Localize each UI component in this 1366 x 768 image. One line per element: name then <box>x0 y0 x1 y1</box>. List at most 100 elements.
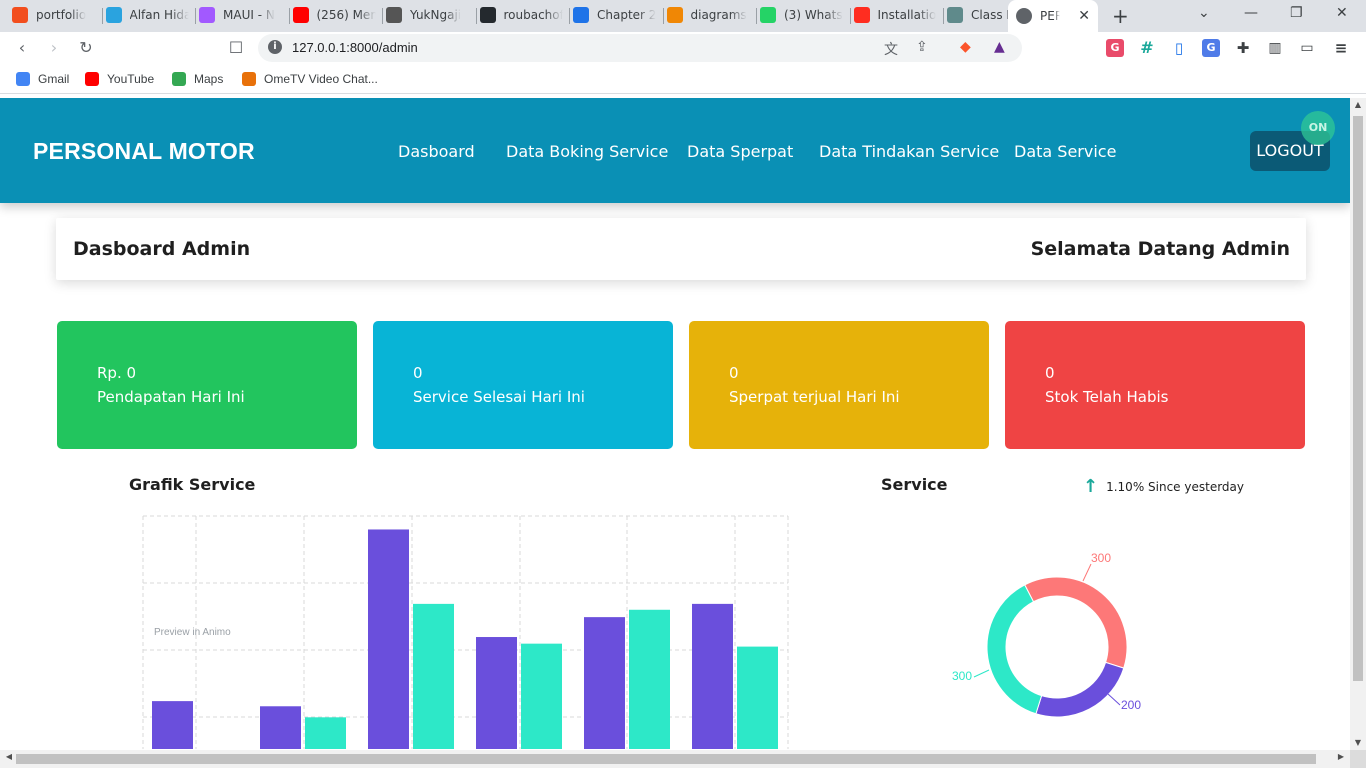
nav-link-data-sperpat[interactable]: Data Sperpat <box>687 142 793 161</box>
bookmark-item[interactable]: Gmail <box>16 72 69 86</box>
welcome-text: Selamata Datang Admin <box>1030 238 1290 260</box>
telegram-icon <box>105 7 122 23</box>
bar-chart-marks <box>152 529 778 749</box>
tab-title: Alfan Hida <box>129 8 190 22</box>
tab[interactable]: YukNgaji <box>386 2 470 28</box>
stat-card-pendapatan: Rp. 0 Pendapatan Hari Ini <box>57 321 357 449</box>
youtube-icon <box>85 72 99 86</box>
back-button[interactable]: ‹ <box>12 38 32 58</box>
tab[interactable]: Alfan Hida <box>105 2 190 28</box>
translate-ext-icon[interactable]: G <box>1202 39 1220 57</box>
on-status-badge[interactable]: ON <box>1301 111 1335 145</box>
tab-separator <box>288 8 290 24</box>
nav-link-data-service[interactable]: Data Service <box>1014 142 1116 161</box>
reload-button[interactable]: ↻ <box>76 38 96 58</box>
scroll-left-icon[interactable]: ◀ <box>2 752 16 761</box>
translate-icon[interactable]: 文 <box>884 39 898 59</box>
horizontal-scrollbar[interactable]: ◀ ▶ <box>0 750 1350 768</box>
bookmark-item[interactable]: OmeTV Video Chat... <box>242 72 378 86</box>
tab[interactable]: diagrams <box>666 2 751 28</box>
stat-value: Rp. 0 <box>97 364 137 382</box>
globe-icon <box>1016 8 1032 24</box>
tab-separator <box>849 8 851 24</box>
hashtag-icon[interactable]: # <box>1138 39 1156 57</box>
stat-value: 0 <box>413 364 423 382</box>
tab[interactable]: (256) Mem <box>292 2 376 28</box>
scrollbar-corner <box>1350 750 1366 768</box>
tab[interactable]: MAUI - N <box>199 2 283 28</box>
dashboard-header-card: Dasboard Admin Selamata Datang Admin <box>56 218 1306 280</box>
tab-title: diagrams <box>690 8 747 22</box>
forward-button[interactable]: › <box>44 38 64 58</box>
nav-link-data-tindakan-service[interactable]: Data Tindakan Service <box>819 142 999 161</box>
horizontal-scroll-thumb[interactable] <box>16 754 1316 764</box>
stat-value: 0 <box>729 364 739 382</box>
tab-separator <box>569 8 570 24</box>
donut-chart-marks: 300 200 300 <box>952 551 1141 718</box>
stat-card-stok-habis: 0 Stok Telah Habis <box>1005 321 1305 449</box>
youtube-icon <box>292 7 309 23</box>
restore-button[interactable]: ❐ <box>1290 5 1303 21</box>
new-tab-button[interactable]: + <box>1112 4 1129 28</box>
service-donut-chart: 300 200 300 <box>952 551 1141 718</box>
nav-link-dasboard[interactable]: Dasboard <box>398 142 475 161</box>
tab[interactable]: roubachof <box>479 2 564 28</box>
bookmark-item[interactable]: YouTube <box>85 72 154 86</box>
bar-series-2 <box>305 717 346 749</box>
brave-shield-icon[interactable]: ◆ <box>960 39 971 55</box>
vertical-scroll-thumb[interactable] <box>1353 116 1363 681</box>
bookmark-label: OmeTV Video Chat... <box>264 72 378 86</box>
minimize-button[interactable]: — <box>1244 5 1258 21</box>
grammarly-icon[interactable]: G <box>1106 39 1124 57</box>
tab[interactable]: portfolio <box>12 2 96 28</box>
bookmark-star-icon[interactable]: ☐ <box>226 38 246 58</box>
tab-separator <box>101 8 103 24</box>
tab-title: roubachof <box>503 8 564 22</box>
figma-icon <box>12 7 28 23</box>
sidebar-icon[interactable]: ▥ <box>1266 39 1284 57</box>
donut-label: 300 <box>952 669 972 683</box>
arrow-up-icon: ↑ <box>1083 476 1099 497</box>
scroll-up-icon[interactable]: ▲ <box>1350 98 1366 112</box>
info-icon[interactable]: i <box>268 40 282 54</box>
tab-title: Chapter 2 <box>597 8 657 22</box>
bookmark-item[interactable]: Maps <box>172 72 223 86</box>
tab-active[interactable]: PERSO ✕ <box>1008 0 1098 32</box>
bar-series-1 <box>584 617 625 749</box>
wallet-icon[interactable]: ▭ <box>1298 39 1316 57</box>
share-icon[interactable]: ⇪ <box>916 39 928 55</box>
bar-series-2 <box>413 603 454 749</box>
brand-logo[interactable]: PERSONAL MOTOR <box>33 138 255 165</box>
page-viewport: PERSONAL MOTOR Dasboard Data Boking Serv… <box>0 98 1350 750</box>
stat-card-service-selesai: 0 Service Selesai Hari Ini <box>373 321 673 449</box>
tab[interactable]: Chapter 2 <box>573 2 657 28</box>
donut-label: 300 <box>1091 551 1111 565</box>
brave-rewards-icon[interactable]: ▲ <box>994 39 1005 55</box>
tab-separator <box>195 8 196 24</box>
vertical-scrollbar[interactable]: ▲ ▼ <box>1350 98 1366 750</box>
bar-series-1 <box>476 637 517 749</box>
tab-title: (3) Whats <box>784 8 843 22</box>
laravel-icon <box>853 7 870 23</box>
scroll-right-icon[interactable]: ▶ <box>1334 752 1348 761</box>
close-tab-icon[interactable]: ✕ <box>1078 8 1090 24</box>
menu-icon[interactable]: ≡ <box>1332 39 1350 57</box>
trend-text: 1.10% Since yesterday <box>1106 479 1244 494</box>
grafik-service-title: Grafik Service <box>129 475 256 494</box>
docs-icon[interactable]: ▯ <box>1170 39 1188 57</box>
nav-link-data-boking-service[interactable]: Data Boking Service <box>506 142 668 161</box>
extensions-icon[interactable]: ✚ <box>1234 39 1252 57</box>
url-text[interactable]: 127.0.0.1:8000/admin <box>292 40 418 55</box>
tab[interactable]: (3) Whats <box>760 2 844 28</box>
tab[interactable]: Installatio <box>853 2 938 28</box>
close-window-button[interactable]: ✕ <box>1336 5 1348 21</box>
donut-leader-line <box>1082 563 1092 582</box>
tab-title: YukNgaji <box>410 8 462 22</box>
tab-search-icon[interactable]: ⌄ <box>1198 5 1210 21</box>
address-bar[interactable]: i 127.0.0.1:8000/admin 文 ⇪ ◆ ▲ <box>258 34 1022 62</box>
top-navbar: PERSONAL MOTOR Dasboard Data Boking Serv… <box>0 98 1350 203</box>
bar-series-1 <box>368 529 409 749</box>
scroll-down-icon[interactable]: ▼ <box>1350 736 1366 750</box>
drawio-icon <box>666 7 683 23</box>
donut-leader-line <box>973 669 990 678</box>
